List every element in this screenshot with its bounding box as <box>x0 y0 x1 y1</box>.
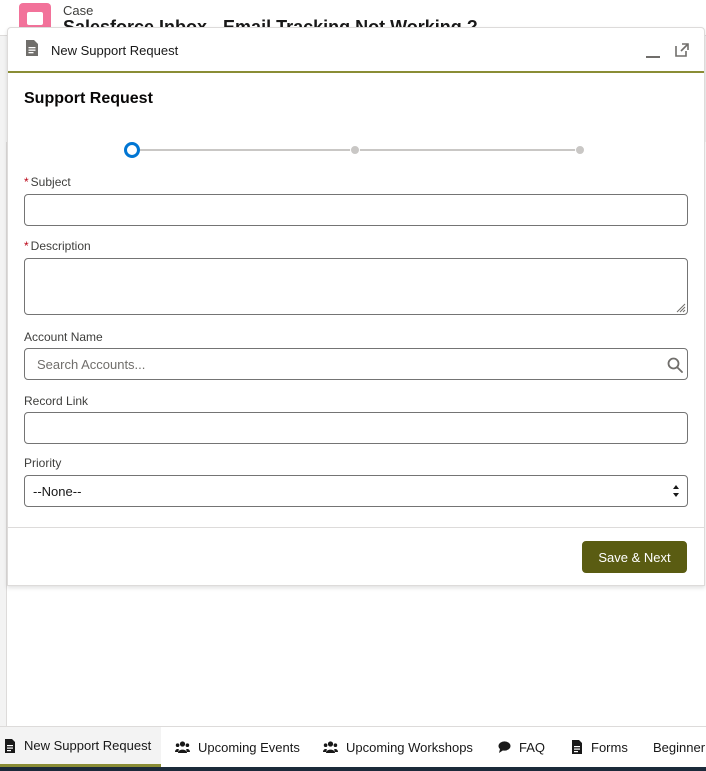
pop-out-icon[interactable] <box>674 42 690 58</box>
document-icon <box>26 40 38 56</box>
select-arrows-icon <box>673 485 679 497</box>
utility-item-label: Upcoming Workshops <box>346 739 473 755</box>
required-marker: * <box>24 175 29 189</box>
description-label: * Description <box>24 239 91 253</box>
utility-item-label: Beginner <box>653 739 706 755</box>
account-name-label: Account Name <box>24 330 103 344</box>
utility-item-upcoming-events[interactable]: Upcoming Events <box>175 727 300 767</box>
progress-step-1-current <box>124 142 140 158</box>
people-icon <box>175 741 190 753</box>
minimize-button[interactable] <box>644 44 664 60</box>
people-icon <box>323 741 338 753</box>
document-icon <box>5 738 15 753</box>
utility-bar: New Support Request Upcoming Events Upco… <box>0 726 706 771</box>
priority-selected-value: --None-- <box>33 484 82 499</box>
utility-item-label: FAQ <box>519 739 546 755</box>
case-object-label: Case <box>63 3 94 18</box>
document-icon <box>572 740 582 754</box>
priority-label: Priority <box>24 456 62 470</box>
progress-step-3 <box>575 145 585 155</box>
account-search-input[interactable] <box>24 348 688 380</box>
chat-icon <box>498 741 511 753</box>
resize-handle-icon[interactable] <box>674 301 686 313</box>
subject-label: * Subject <box>24 175 71 189</box>
footer-divider <box>8 527 704 528</box>
section-title: Support Request <box>24 90 153 107</box>
utility-item-forms[interactable]: Forms <box>571 727 628 767</box>
record-link-input[interactable] <box>24 412 688 444</box>
support-request-composer: New Support Request Support Request * Sub… <box>7 27 705 586</box>
app-root: Case Salesforce Inbox - Email Tracking N… <box>0 0 706 771</box>
composer-title: New Support Request <box>51 43 179 58</box>
description-textarea[interactable] <box>24 258 688 315</box>
utility-item-label: New Support Request <box>24 738 152 753</box>
utility-item-faq[interactable]: FAQ <box>498 727 545 767</box>
utility-item-upcoming-workshops[interactable]: Upcoming Workshops <box>323 727 473 767</box>
utility-item-beginner[interactable]: Beginner <box>653 727 705 767</box>
utility-item-new-support-request[interactable]: New Support Request <box>0 727 162 767</box>
utility-item-label: Forms <box>591 739 628 755</box>
search-icon <box>667 357 683 373</box>
progress-step-2 <box>350 145 360 155</box>
subject-input[interactable] <box>24 194 688 226</box>
required-marker: * <box>24 239 29 253</box>
save-next-button[interactable]: Save & Next <box>582 541 687 573</box>
record-link-label: Record Link <box>24 394 89 408</box>
composer-header: New Support Request <box>8 28 704 73</box>
priority-select[interactable]: --None-- <box>24 475 688 507</box>
utility-item-label: Upcoming Events <box>198 739 300 755</box>
